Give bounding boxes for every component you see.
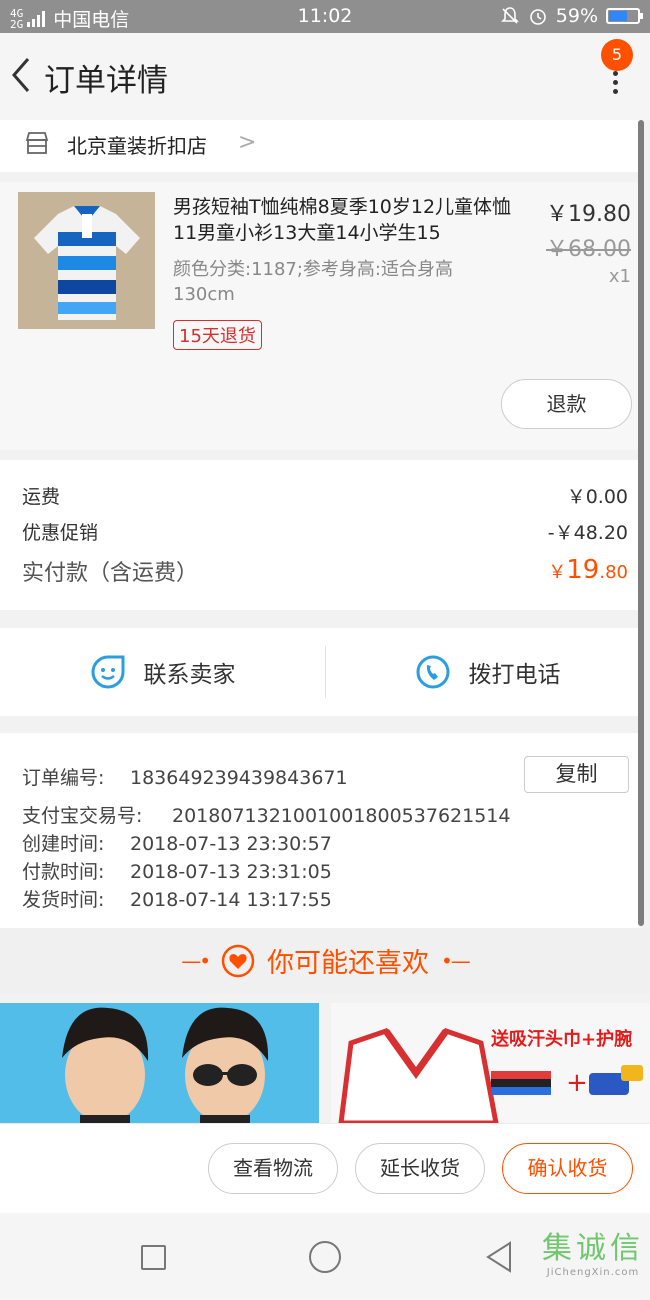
bottom-action-bar: 查看物流 延长收货 确认收货 <box>0 1123 650 1213</box>
total-decimal: .80 <box>599 562 628 583</box>
recommend-title: 你可能还喜欢 <box>267 948 429 979</box>
chevron-right-icon: > <box>238 130 257 155</box>
shop-name[interactable]: 北京童装折扣店 <box>67 130 207 159</box>
recommend-image-boys <box>0 1003 319 1123</box>
discount-value: -￥48.20 <box>547 522 628 544</box>
total-value: ￥19.80 <box>548 555 628 587</box>
watermark-url: JiChengXin.com <box>546 1267 640 1278</box>
total-integer: 19 <box>566 555 600 585</box>
product-title[interactable]: 男孩短袖T恤纯棉8夏季10岁12儿童体恤11男童小衫13大童14小学生15 <box>173 194 533 246</box>
promo-text: 送吸汗头巾+护腕 <box>491 1029 633 1050</box>
status-right: 59% <box>500 5 643 27</box>
alipay-row: 支付宝交易号: 2018071321001001800537621514 <box>22 801 510 828</box>
contact-bar: 联系卖家 拨打电话 <box>0 628 640 716</box>
shipping-value: ￥0.00 <box>566 486 628 508</box>
discount-label: 优惠促销 <box>22 522 99 544</box>
contact-seller-button[interactable]: 联系卖家 <box>0 628 325 716</box>
status-bar: 4G 2G 中国电信 11:02 59% <box>0 0 650 33</box>
watermark-logo: 集诚信 JiChengXin.com <box>542 1223 644 1278</box>
alarm-icon <box>529 9 546 25</box>
total-label: 实付款（含运费） <box>22 561 199 586</box>
copy-button[interactable]: 复制 <box>524 756 629 793</box>
return-policy-tag: 15天退货 <box>173 320 262 350</box>
shipped-time-row: 发货时间: 2018-07-14 13:17:55 <box>22 885 332 912</box>
recommend-item[interactable]: + 送吸汗头巾+护腕 <box>331 1003 650 1123</box>
left-dash-decoration: —• <box>181 948 211 973</box>
product-image[interactable] <box>18 192 155 329</box>
recommend-grid: + 送吸汗头巾+护腕 <box>0 1003 650 1123</box>
battery-icon <box>606 8 643 24</box>
recommend-item[interactable] <box>0 1003 319 1123</box>
order-number-label: 订单编号: <box>22 767 105 789</box>
shipped-label: 发货时间: <box>22 889 105 911</box>
refund-button[interactable]: 退款 <box>501 379 632 429</box>
store-icon <box>25 132 49 154</box>
contact-seller-label: 联系卖家 <box>143 662 236 688</box>
order-number-row: 订单编号: 183649239439843671 <box>22 763 348 790</box>
heart-icon <box>221 944 255 977</box>
system-back-icon[interactable] <box>484 1240 514 1274</box>
mute-bell-icon <box>500 7 519 24</box>
battery-percent: 59% <box>555 5 598 27</box>
shop-row[interactable]: 北京童装折扣店 > <box>0 120 640 172</box>
view-logistics-button[interactable]: 查看物流 <box>208 1143 338 1194</box>
page-title: 订单详情 <box>44 63 168 99</box>
created-label: 创建时间: <box>22 833 105 855</box>
call-phone-button[interactable]: 拨打电话 <box>325 628 650 716</box>
alipay-value: 2018071321001001800537621514 <box>172 805 511 827</box>
original-price: ￥68.00 <box>546 237 631 262</box>
notification-badge: 5 <box>601 39 633 71</box>
fee-summary: 运费 ￥0.00 优惠促销 -￥48.20 实付款（含运费） ￥19.80 <box>0 460 640 610</box>
polo-shirt-image <box>18 192 155 329</box>
product-quantity: x1 <box>608 266 631 287</box>
right-dash-decoration: •— <box>441 948 471 973</box>
call-phone-label: 拨打电话 <box>468 662 561 688</box>
scrollbar[interactable] <box>638 120 644 926</box>
recommend-header: —• 你可能还喜欢 •— <box>0 928 650 993</box>
page-header: 订单详情 5 <box>0 33 650 120</box>
paid-value: 2018-07-13 23:31:05 <box>130 861 332 883</box>
system-nav-bar: 集诚信 JiChengXin.com <box>0 1213 650 1300</box>
watermark-text: 集诚信 <box>542 1231 644 1266</box>
order-info: 订单编号: 183649239439843671 复制 支付宝交易号: 201807… <box>0 733 640 928</box>
product-price: ￥19.80 <box>546 202 631 227</box>
shipped-value: 2018-07-14 13:17:55 <box>130 889 332 911</box>
paid-time-row: 付款时间: 2018-07-13 23:31:05 <box>22 857 332 884</box>
created-time-row: 创建时间: 2018-07-13 23:30:57 <box>22 829 332 856</box>
total-currency: ￥ <box>548 562 567 583</box>
product-spec: 颜色分类:1187;参考身高:适合身高130cm <box>173 259 454 305</box>
created-value: 2018-07-13 23:30:57 <box>130 833 332 855</box>
more-menu-icon[interactable] <box>610 71 620 95</box>
shipping-label: 运费 <box>22 486 61 508</box>
phone-icon <box>416 655 449 689</box>
discount-row: 优惠促销 -￥48.20 <box>22 518 628 545</box>
paid-label: 付款时间: <box>22 861 105 883</box>
chat-face-icon <box>91 655 124 689</box>
order-number-value: 183649239439843671 <box>130 767 348 789</box>
recent-apps-icon[interactable] <box>141 1245 166 1270</box>
alipay-label: 支付宝交易号: <box>22 805 143 827</box>
shipping-row: 运费 ￥0.00 <box>22 482 628 509</box>
extend-receipt-button[interactable]: 延长收货 <box>355 1143 485 1194</box>
back-arrow-icon[interactable] <box>8 55 34 95</box>
home-icon[interactable] <box>309 1241 341 1273</box>
product-item[interactable]: 男孩短袖T恤纯棉8夏季10岁12儿童体恤11男童小衫13大童14小学生15 颜色… <box>0 182 640 450</box>
confirm-receipt-button[interactable]: 确认收货 <box>502 1143 633 1194</box>
recommend-image-jersey: + <box>331 1003 650 1123</box>
total-row: 实付款（含运费） ￥19.80 <box>22 555 628 587</box>
svg-text:+: + <box>566 1068 588 1098</box>
